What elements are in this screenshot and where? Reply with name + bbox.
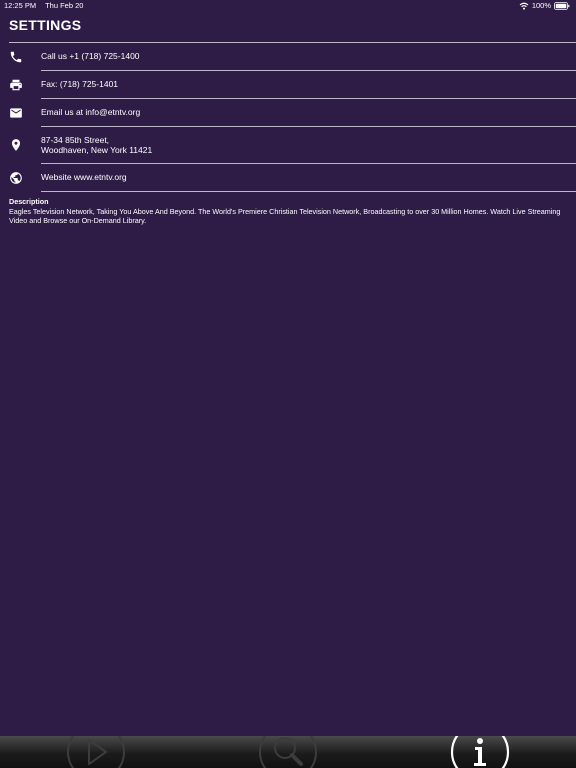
tab-info[interactable] (432, 736, 528, 768)
mail-icon (9, 106, 23, 120)
wifi-icon (519, 2, 529, 10)
contact-address-row[interactable]: 87-34 85th Street, Woodhaven, New York 1… (0, 127, 576, 163)
contact-email-row[interactable]: Email us at info@etntv.org (0, 99, 576, 126)
search-icon (240, 736, 336, 768)
email-label: Email us at info@etntv.org (41, 107, 141, 118)
description-title: Description (9, 197, 49, 206)
contact-phone-row[interactable]: Call us +1 (718) 725-1400 (0, 43, 576, 70)
divider (41, 191, 576, 192)
contact-website-row[interactable]: Website www.etntv.org (0, 164, 576, 191)
status-time: 12:25 PM (4, 1, 37, 10)
printer-icon (9, 78, 23, 92)
status-time-date: 12:25 PM Thu Feb 20 (4, 0, 90, 12)
play-icon (48, 736, 144, 768)
info-icon (432, 736, 528, 768)
phone-label: Call us +1 (718) 725-1400 (41, 51, 140, 62)
page-title: SETTINGS (9, 17, 82, 33)
description-body: Eagles Television Network, Taking You Ab… (9, 206, 561, 226)
website-label: Website www.etntv.org (41, 172, 127, 183)
address-line-1: 87-34 85th Street, (41, 134, 110, 145)
status-bar: 12:25 PM Thu Feb 20 100% (0, 0, 576, 12)
battery-percent: 100% (531, 1, 551, 10)
tab-play[interactable] (48, 736, 144, 768)
globe-icon (9, 171, 23, 185)
location-pin-icon (9, 138, 23, 152)
status-indicators: 100% (519, 0, 570, 12)
address-line-2: Woodhaven, New York 11421 (41, 145, 153, 155)
description-section: Description Eagles Television Network, T… (9, 197, 564, 226)
status-date: Thu Feb 20 (45, 1, 84, 10)
address-label: 87-34 85th Street, Woodhaven, New York 1… (41, 135, 152, 156)
phone-icon (9, 50, 23, 64)
contact-list: Call us +1 (718) 725-1400 Fax: (718) 725… (0, 42, 576, 192)
fax-label: Fax: (718) 725-1401 (41, 79, 119, 90)
battery-icon (554, 2, 570, 10)
contact-fax-row[interactable]: Fax: (718) 725-1401 (0, 71, 576, 98)
tab-bar (0, 736, 576, 768)
tab-search[interactable] (240, 736, 336, 768)
